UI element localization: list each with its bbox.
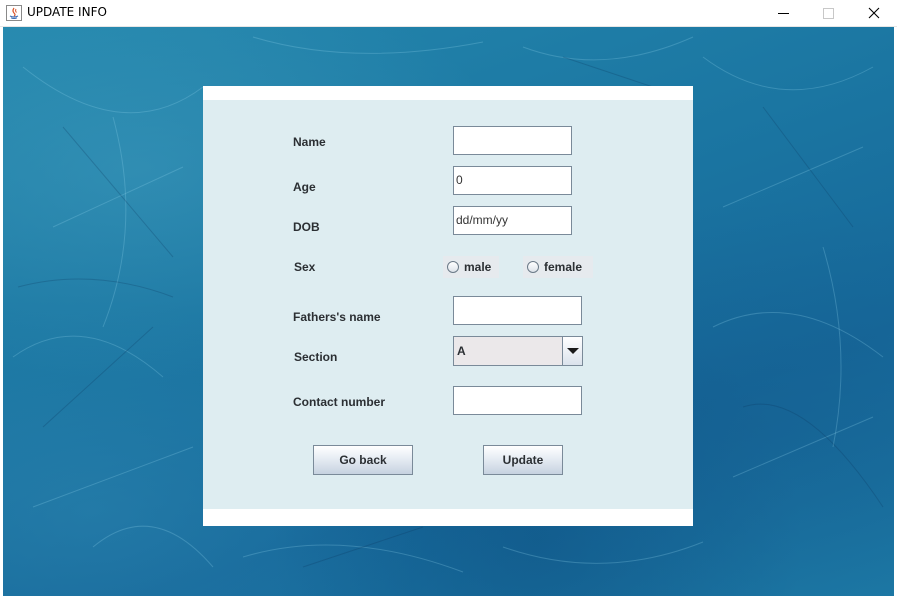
radio-male[interactable]: male (443, 256, 499, 278)
age-field[interactable]: 0 (453, 166, 572, 195)
window-title: UPDATE INFO (27, 5, 107, 19)
contact-number-label: Contact number (293, 395, 386, 409)
fathers-name-field[interactable] (453, 296, 582, 325)
minimize-icon (777, 12, 789, 14)
java-app-icon (6, 5, 22, 21)
sex-label: Sex (294, 260, 316, 274)
radio-female-label: female (544, 260, 583, 274)
minimize-button[interactable] (760, 0, 806, 26)
name-label: Name (293, 135, 326, 149)
age-label: Age (293, 180, 316, 194)
close-icon (868, 7, 880, 19)
dropdown-arrow-button[interactable] (562, 337, 582, 365)
go-back-button[interactable]: Go back (313, 445, 413, 475)
radio-male-label: male (464, 260, 492, 274)
radio-button-icon (527, 261, 539, 273)
background-area: Name Age 0 DOB dd/mm/yy Sex male female … (3, 27, 894, 596)
close-button[interactable] (851, 0, 897, 26)
form-panel-inner: Name Age 0 DOB dd/mm/yy Sex male female … (203, 100, 693, 509)
fathers-name-label: Fathers's name (293, 310, 381, 324)
maximize-button[interactable] (805, 0, 851, 26)
section-label: Section (294, 350, 338, 364)
radio-button-icon (447, 261, 459, 273)
dob-label: DOB (293, 220, 320, 234)
title-bar: UPDATE INFO (0, 0, 897, 27)
name-field[interactable] (453, 126, 572, 155)
radio-female[interactable]: female (523, 256, 593, 278)
update-button[interactable]: Update (483, 445, 563, 475)
maximize-icon (822, 7, 834, 19)
contact-number-field[interactable] (453, 386, 582, 415)
chevron-down-icon (566, 348, 579, 354)
section-selected-value: A (457, 344, 466, 358)
section-dropdown[interactable]: A (453, 336, 583, 366)
dob-field[interactable]: dd/mm/yy (453, 206, 572, 235)
form-panel: Name Age 0 DOB dd/mm/yy Sex male female … (203, 86, 693, 526)
update-info-window: UPDATE INFO Name Age 0 DOB dd/mm/yy Sex … (0, 0, 897, 598)
